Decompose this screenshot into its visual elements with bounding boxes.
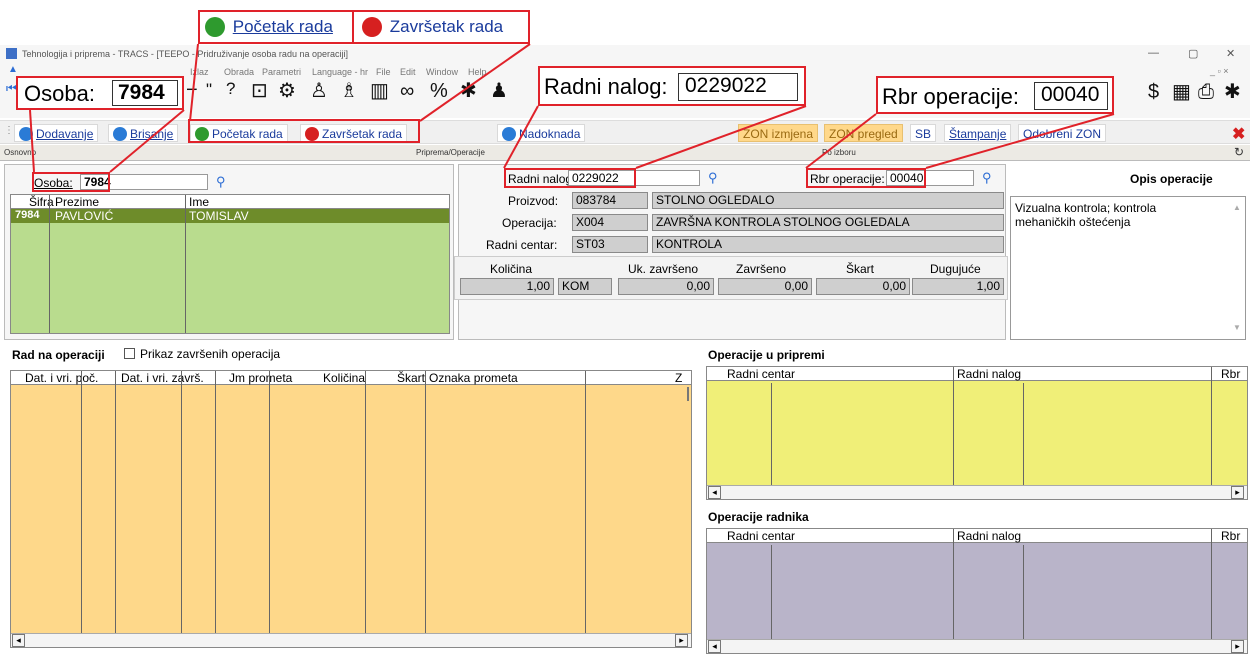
connector-line <box>925 113 1115 169</box>
connector-line <box>189 43 199 122</box>
connector-line <box>635 105 807 169</box>
connector-line <box>419 43 531 122</box>
connector-line <box>29 109 35 173</box>
callout-connectors <box>29 43 1115 173</box>
connector-line <box>109 109 185 173</box>
connector-line <box>503 105 539 169</box>
connector-line <box>805 113 877 169</box>
